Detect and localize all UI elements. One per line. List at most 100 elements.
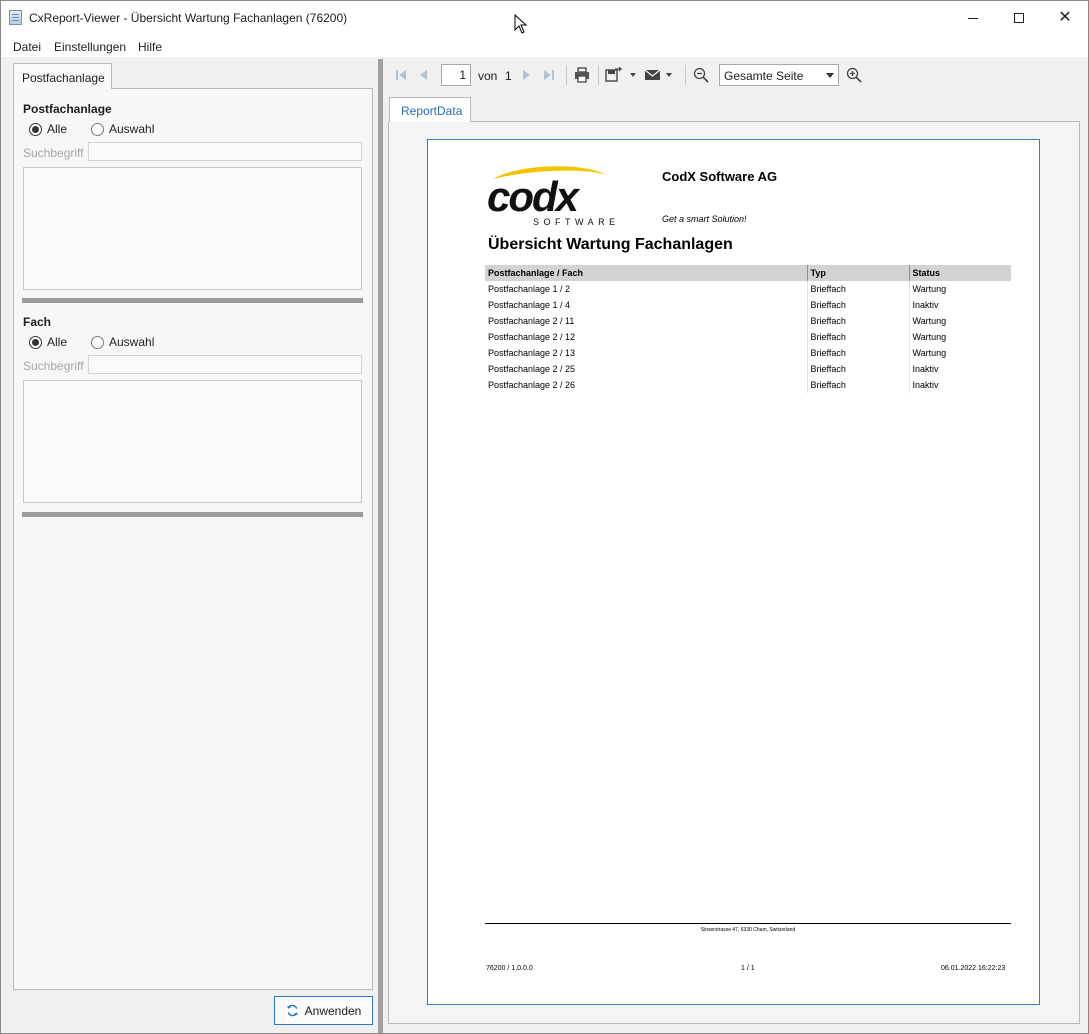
radio-postfachanlage-auswahl[interactable]: Auswahl xyxy=(91,122,154,136)
close-icon: ✕ xyxy=(1058,9,1072,26)
search-label-fach: Suchbegriff xyxy=(23,359,84,373)
cell-status: Wartung xyxy=(912,332,947,342)
next-page-button[interactable] xyxy=(519,66,535,84)
first-page-button[interactable] xyxy=(393,66,409,84)
printer-icon xyxy=(575,67,589,83)
radio-label: Auswahl xyxy=(109,335,155,349)
apply-button-label: Anwenden xyxy=(304,1003,362,1018)
radio-label: Auswahl xyxy=(109,122,155,136)
menu-einstellungen[interactable]: Einstellungen xyxy=(54,40,126,54)
first-page-icon xyxy=(396,70,406,80)
table-row: Postfachanlage 2 / 26 Brieffach Inaktiv xyxy=(485,377,1011,393)
refresh-icon xyxy=(286,1004,298,1017)
zoom-in-icon xyxy=(846,67,862,83)
zoom-out-button[interactable] xyxy=(692,66,710,84)
cell-status: Wartung xyxy=(912,316,947,326)
table-row: Postfachanlage 2 / 11 Brieffach Wartung xyxy=(485,313,1011,329)
export-button[interactable] xyxy=(605,66,639,84)
radio-label: Alle xyxy=(47,335,68,349)
cell-typ: Brieffach xyxy=(807,281,910,297)
export-save-icon xyxy=(605,67,636,82)
table-row: Postfachanlage 2 / 13 Brieffach Wartung xyxy=(485,345,1011,361)
toolbar-separator xyxy=(566,65,567,85)
chevron-down-icon xyxy=(826,73,834,78)
group-title-fach: Fach xyxy=(23,315,52,329)
pane-splitter[interactable] xyxy=(378,59,383,1033)
cell-postfachanlage: Postfachanlage 2 / 11 xyxy=(485,313,808,329)
page-of-label: von xyxy=(478,69,498,83)
cell-status: Wartung xyxy=(912,284,947,294)
group-splitter[interactable] xyxy=(22,512,363,517)
group-title-postfachanlage: Postfachanlage xyxy=(23,102,112,116)
tab-postfachanlage[interactable]: Postfachanlage xyxy=(13,63,112,89)
minimize-button[interactable] xyxy=(950,1,996,35)
search-input-fach[interactable] xyxy=(88,355,362,374)
print-button[interactable] xyxy=(573,66,591,84)
footer-report-version: 76200 / 1.0.0.0 xyxy=(486,965,533,972)
table-row: Postfachanlage 1 / 4 Brieffach Inaktiv xyxy=(485,297,1011,313)
radio-unchecked-icon xyxy=(91,122,104,136)
company-name: CodX Software AG xyxy=(662,169,778,184)
table-header-row: Postfachanlage / Fach Typ Status xyxy=(485,265,1011,281)
previous-page-button[interactable] xyxy=(415,66,431,84)
close-button[interactable]: ✕ xyxy=(1042,1,1088,35)
radio-postfachanlage-alle[interactable]: Alle xyxy=(29,122,67,136)
cell-typ: Brieffach xyxy=(807,329,910,345)
radio-label: Alle xyxy=(47,122,68,136)
page-number-input[interactable]: 1 xyxy=(441,64,471,86)
envelope-icon xyxy=(644,69,672,80)
footer-address: Sinserstrasse 47, 6330 Cham, Switzerland xyxy=(700,927,796,933)
cell-typ: Brieffach xyxy=(807,361,910,377)
cell-postfachanlage: Postfachanlage 2 / 13 xyxy=(485,345,808,361)
apply-button[interactable]: Anwenden xyxy=(274,996,373,1025)
cell-typ: Brieffach xyxy=(807,313,910,329)
cell-typ: Brieffach xyxy=(807,345,910,361)
last-page-icon xyxy=(544,70,554,80)
cell-status: Inaktiv xyxy=(912,380,939,390)
tab-reportdata[interactable]: ReportData xyxy=(389,97,471,122)
list-fach[interactable] xyxy=(23,380,362,503)
company-slogan: Get a smart Solution! xyxy=(662,214,747,224)
radio-checked-icon xyxy=(29,335,42,349)
menu-hilfe[interactable]: Hilfe xyxy=(138,40,162,54)
column-header-postfachanlage: Postfachanlage / Fach xyxy=(485,265,808,281)
footer-page-number: 1 / 1 xyxy=(741,965,755,972)
last-page-button[interactable] xyxy=(541,66,557,84)
radio-unchecked-icon xyxy=(91,335,104,349)
menu-bar: Datei Einstellungen Hilfe xyxy=(1,35,1088,57)
footer-timestamp: 06.01.2022 16:22:23 xyxy=(941,965,1006,972)
column-header-typ: Typ xyxy=(807,265,910,281)
svg-text:SOFTWARE: SOFTWARE xyxy=(533,217,620,227)
search-input-postfachanlage[interactable] xyxy=(88,142,362,161)
radio-fach-alle[interactable]: Alle xyxy=(29,335,67,349)
list-postfachanlage[interactable] xyxy=(23,167,362,290)
zoom-in-button[interactable] xyxy=(845,66,863,84)
column-header-status: Status xyxy=(909,265,1011,281)
footer-divider xyxy=(485,923,1011,924)
radio-fach-auswahl[interactable]: Auswahl xyxy=(91,335,154,349)
minimize-icon xyxy=(968,17,978,19)
radio-checked-icon xyxy=(29,122,42,136)
window-title: CxReport-Viewer - Übersicht Wartung Fach… xyxy=(29,11,348,25)
maximize-button[interactable] xyxy=(996,1,1042,35)
group-splitter[interactable] xyxy=(22,298,363,303)
title-bar: CxReport-Viewer - Übersicht Wartung Fach… xyxy=(1,1,1088,35)
menu-datei[interactable]: Datei xyxy=(13,40,41,54)
previous-page-icon xyxy=(420,70,427,80)
page-count: 1 xyxy=(505,69,512,83)
mouse-cursor-icon xyxy=(514,14,528,34)
svg-text:codx: codx xyxy=(487,173,581,220)
cell-typ: Brieffach xyxy=(807,297,910,313)
cell-postfachanlage: Postfachanlage 2 / 26 xyxy=(485,377,808,393)
zoom-out-icon xyxy=(693,67,709,83)
cell-status: Wartung xyxy=(912,348,947,358)
report-viewer-app-icon xyxy=(9,10,22,25)
report-table: Postfachanlage / Fach Typ Status Postfac… xyxy=(485,265,1011,393)
cell-typ: Brieffach xyxy=(807,377,910,393)
app-window: CxReport-Viewer - Übersicht Wartung Fach… xyxy=(0,0,1089,1034)
email-button[interactable] xyxy=(644,66,678,84)
next-page-icon xyxy=(523,70,530,80)
zoom-select[interactable]: Gesamte Seite xyxy=(719,64,839,86)
zoom-select-value: Gesamte Seite xyxy=(724,69,804,83)
report-title: Übersicht Wartung Fachanlagen xyxy=(488,236,733,253)
